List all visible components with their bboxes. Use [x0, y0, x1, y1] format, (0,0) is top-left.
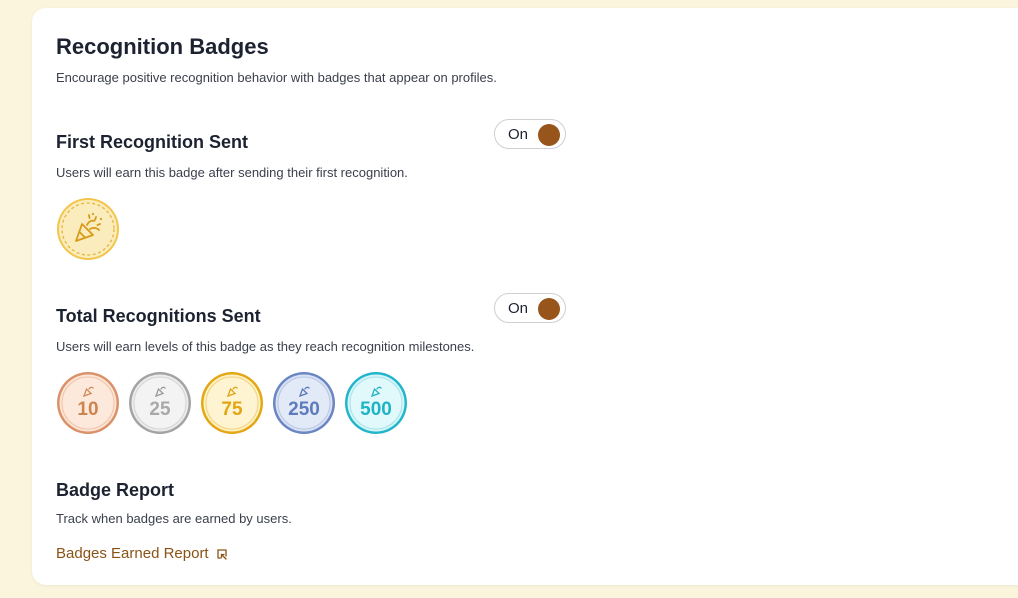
section-title: Badge Report [56, 480, 175, 500]
milestone-value: 500 [360, 399, 392, 420]
badges-earned-report-link[interactable]: Badges Earned Report [56, 545, 229, 562]
milestone-badge-75: 75 [200, 371, 264, 435]
section-description: Users will earn levels of this badge as … [56, 339, 475, 354]
page-subtitle: Encourage positive recognition behavior … [56, 70, 497, 85]
external-link-icon [216, 548, 227, 560]
toggle-knob [538, 124, 560, 146]
milestone-badge-500: 500 [344, 371, 408, 435]
milestone-badge-10: 10 [56, 371, 120, 435]
first-recognition-section: First Recognition Sent On Users will ear… [56, 119, 576, 260]
total-recognitions-section: Total Recognitions Sent On Users will ea… [56, 293, 576, 434]
toggle-knob [538, 298, 560, 320]
first-recognition-toggle[interactable]: On [494, 119, 566, 149]
milestone-value: 10 [77, 399, 98, 420]
milestone-value: 250 [288, 399, 320, 420]
toggle-label: On [508, 126, 529, 143]
milestone-badge-250: 250 [272, 371, 336, 435]
link-label: Badges Earned Report [56, 545, 209, 562]
milestone-value: 25 [149, 399, 171, 420]
total-recognitions-toggle[interactable]: On [494, 293, 566, 323]
section-description: Track when badges are earned by users. [56, 511, 292, 526]
toggle-label: On [508, 300, 529, 317]
milestone-badge-25: 25 [128, 371, 192, 435]
page-title: Recognition Badges [56, 34, 269, 59]
badge-report-section: Badge Report Track when badges are earne… [56, 480, 576, 562]
milestone-badges: 10 25 75 250 500 [56, 371, 408, 435]
settings-card: Recognition Badges Encourage positive re… [32, 8, 1018, 585]
section-description: Users will earn this badge after sending… [56, 165, 408, 180]
party-popper-badge [56, 197, 120, 261]
party-popper-icon [57, 198, 119, 260]
milestone-value: 75 [221, 399, 243, 420]
